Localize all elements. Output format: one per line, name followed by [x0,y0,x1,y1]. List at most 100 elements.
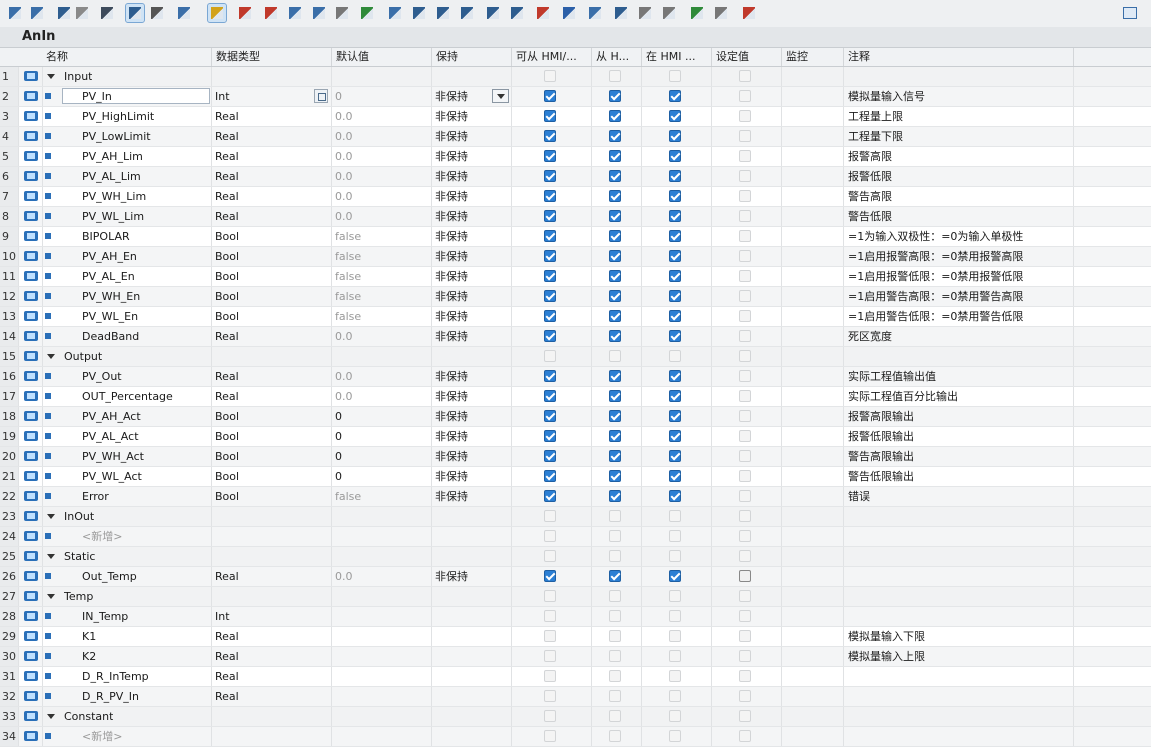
remove-breakpoint-icon[interactable] [262,4,280,22]
section-name[interactable]: Output [64,347,102,366]
row-number[interactable]: 25 [0,547,18,566]
checkbox-c3[interactable] [669,630,681,642]
checkbox-c3[interactable] [669,410,681,422]
checkbox-c2[interactable] [609,550,621,562]
row-number[interactable]: 8 [0,207,18,226]
checkbox-c1[interactable] [544,310,556,322]
step-back-icon[interactable] [386,4,404,22]
checkbox-c3[interactable] [669,590,681,602]
collapse-triangle-icon[interactable] [47,714,55,719]
checkbox-c2[interactable] [609,230,621,242]
collapse-triangle-icon[interactable] [47,554,55,559]
retain-cell[interactable]: 非保持 [435,247,468,266]
reset-icon[interactable] [586,4,604,22]
default-value-cell[interactable]: 0.0 [335,187,353,206]
checkbox-c4[interactable] [739,290,751,302]
checkbox-c3[interactable] [669,730,681,742]
variable-name[interactable]: PV_In [82,87,112,106]
download-arrow-icon[interactable] [358,4,376,22]
variable-name[interactable]: IN_Temp [82,607,128,626]
variable-name[interactable]: PV_WL_Lim [82,207,144,226]
checkbox-c3[interactable] [669,610,681,622]
data-type-cell[interactable]: Bool [215,247,239,266]
comment-cell[interactable]: =1为输入双极性：=0为输入单极性 [848,227,1023,246]
table-row[interactable]: 15 Output [0,347,1151,367]
checkbox-c4[interactable] [739,170,751,182]
comment-cell[interactable]: 模拟量输入信号 [848,87,925,106]
table-row[interactable]: 17 OUT_Percentage Real 0.0 非保持 实际工程值百分比输出 [0,387,1151,407]
checkbox-c2[interactable] [609,90,621,102]
table-row[interactable]: 34 <新增> [0,727,1151,747]
table-row[interactable]: 9 BIPOLAR Bool false 非保持 =1为输入双极性：=0为输入单极性 [0,227,1151,247]
checkbox-c1[interactable] [544,290,556,302]
type-picker-button[interactable] [314,89,328,103]
variable-name[interactable]: PV_Out [82,367,122,386]
checkbox-c1[interactable] [544,110,556,122]
table-row[interactable]: 7 PV_WH_Lim Real 0.0 非保持 警告高限 [0,187,1151,207]
glasses-icon[interactable] [660,4,678,22]
comment-cell[interactable]: 错误 [848,487,870,506]
snapshot-icon[interactable] [148,4,166,22]
insert-row-icon[interactable] [6,4,24,22]
comment-cell[interactable]: 实际工程值百分比输出 [848,387,958,406]
row-number[interactable]: 9 [0,227,18,246]
checkbox-c1[interactable] [544,630,556,642]
retain-cell[interactable]: 非保持 [435,227,468,246]
checkbox-c2[interactable] [609,690,621,702]
retain-cell[interactable]: 非保持 [435,327,468,346]
refresh-icon[interactable] [612,4,630,22]
row-number[interactable]: 1 [0,67,18,86]
checkbox-c4[interactable] [739,730,751,742]
row-number[interactable]: 21 [0,467,18,486]
checkbox-c2[interactable] [609,390,621,402]
checkbox-c2[interactable] [609,450,621,462]
checkbox-c4[interactable] [739,550,751,562]
retain-cell[interactable]: 非保持 [435,447,468,466]
checkbox-c2[interactable] [609,370,621,382]
insert-row-below-icon[interactable] [28,4,46,22]
checkbox-c3[interactable] [669,430,681,442]
data-type-cell[interactable]: Real [215,627,239,646]
default-value-cell[interactable]: 0 [335,427,342,446]
checkbox-c4[interactable] [739,630,751,642]
comment-cell[interactable]: =1启用警告高限：=0禁用警告高限 [848,287,1023,306]
checkbox-c4[interactable] [739,610,751,622]
variable-name[interactable]: K2 [82,647,96,666]
comment-cell[interactable]: 警告低限 [848,207,892,226]
data-type-cell[interactable]: Bool [215,267,239,286]
checkbox-c1[interactable] [544,410,556,422]
checkbox-c2[interactable] [609,530,621,542]
checkbox-c3[interactable] [669,490,681,502]
checkbox-c2[interactable] [609,210,621,222]
row-number[interactable]: 33 [0,707,18,726]
checkbox-c2[interactable] [609,270,621,282]
checkbox-c1[interactable] [544,650,556,662]
table-row[interactable]: 5 PV_AH_Lim Real 0.0 非保持 报警高限 [0,147,1151,167]
table-row[interactable]: 30 K2 Real 模拟量输入上限 [0,647,1151,667]
monitor-all-icon[interactable] [310,4,328,22]
row-number[interactable]: 12 [0,287,18,306]
checkbox-c4[interactable] [739,370,751,382]
checkbox-c1[interactable] [544,570,556,582]
section-name[interactable]: Temp [64,587,93,606]
data-type-cell[interactable]: Bool [215,427,239,446]
table-row[interactable]: 23 InOut [0,507,1151,527]
default-value-cell[interactable]: 0.0 [335,147,353,166]
indent-icon[interactable] [410,4,428,22]
add-breakpoint-icon[interactable] [236,4,254,22]
checkbox-c4[interactable] [739,70,751,82]
row-number[interactable]: 6 [0,167,18,186]
load-start-icon[interactable] [560,4,578,22]
retain-cell[interactable]: 非保持 [435,187,468,206]
checkbox-c4[interactable] [739,310,751,322]
checkbox-c3[interactable] [669,290,681,302]
collapse-icon[interactable] [484,4,502,22]
checkbox-c4[interactable] [739,230,751,242]
checkbox-c3[interactable] [669,350,681,362]
checkbox-c1[interactable] [544,390,556,402]
checkbox-c1[interactable] [544,690,556,702]
section-name[interactable]: Constant [64,707,113,726]
default-value-cell[interactable]: false [335,227,361,246]
variable-name[interactable]: OUT_Percentage [82,387,173,406]
data-type-cell[interactable]: Real [215,207,239,226]
